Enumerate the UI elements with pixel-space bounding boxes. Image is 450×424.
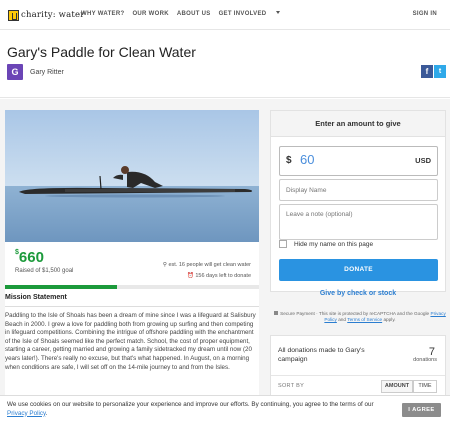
chevron-down-icon bbox=[276, 11, 281, 14]
currency-code: USD bbox=[415, 156, 431, 165]
sort-label: SORT BY bbox=[278, 383, 305, 389]
mission-text: Paddling to the Isle of Shoals has been … bbox=[5, 312, 256, 371]
people-stat: ⚲ est. 16 people will get clean water bbox=[163, 260, 251, 271]
progress-bar bbox=[5, 285, 259, 289]
terms-of-service-link[interactable]: Terms of Service bbox=[347, 317, 382, 322]
days-text: 156 days left to donate bbox=[195, 273, 251, 279]
sort-by-time-button[interactable]: TIME bbox=[413, 380, 437, 393]
campaign-stats: ⚲ est. 16 people will get clean water ⏰ … bbox=[163, 260, 251, 282]
hide-name-label: Hide my name on this page bbox=[294, 240, 374, 248]
cookie-banner: We use cookies on our website to persona… bbox=[0, 395, 450, 424]
author-name[interactable]: Gary Ritter bbox=[30, 69, 64, 76]
logo-text: charity: water bbox=[21, 10, 85, 20]
and-text: and bbox=[338, 317, 347, 323]
avatar[interactable]: G bbox=[7, 64, 23, 80]
secure-payment-notice: Secure Payment · This site is protected … bbox=[271, 311, 449, 323]
nav-link-why-water[interactable]: WHY WATER? bbox=[81, 11, 124, 17]
mission-title: Mission Statement bbox=[5, 294, 67, 301]
amount-input[interactable] bbox=[300, 152, 380, 167]
sort-bar: SORT BY AMOUNT TIME bbox=[271, 375, 445, 395]
cookie-end: . bbox=[45, 409, 48, 417]
facebook-share-icon[interactable]: f bbox=[421, 65, 433, 78]
sort-by-amount-button[interactable]: AMOUNT bbox=[381, 380, 413, 393]
cookie-message: We use cookies on our website to persona… bbox=[7, 401, 392, 418]
people-text: est. 16 people will get clean water bbox=[168, 262, 251, 268]
get-involved-label: GET INVOLVED bbox=[218, 11, 267, 17]
donations-count-label: donations bbox=[413, 357, 437, 363]
amount-field[interactable]: $ USD bbox=[279, 146, 438, 176]
nav-link-about-us[interactable]: ABOUT US bbox=[177, 11, 211, 17]
divider bbox=[5, 306, 259, 307]
lock-icon bbox=[274, 311, 279, 315]
nav-links: WHY WATER? OUR WORK ABOUT US GET INVOLVE… bbox=[81, 11, 296, 17]
donate-button[interactable]: DONATE bbox=[279, 259, 438, 281]
apply-text: apply. bbox=[383, 317, 396, 323]
campaign-card: $660 Raised of $1,500 goal ⚲ est. 16 peo… bbox=[5, 110, 259, 290]
page-title: Gary's Paddle for Clean Water bbox=[7, 44, 196, 60]
amount-raised: $660 bbox=[15, 249, 44, 266]
hide-name-checkbox[interactable] bbox=[279, 240, 287, 248]
nav-link-get-involved[interactable]: GET INVOLVED bbox=[219, 11, 289, 17]
currency-symbol: $ bbox=[286, 155, 292, 166]
top-navigation: charity: water WHY WATER? OUR WORK ABOUT… bbox=[0, 0, 450, 30]
cookie-privacy-link[interactable]: Privacy Policy bbox=[7, 410, 46, 417]
goal-text: Raised of $1,500 goal bbox=[15, 268, 74, 274]
campaign-header: Gary's Paddle for Clean Water G Gary Rit… bbox=[0, 30, 450, 98]
note-input[interactable] bbox=[279, 204, 438, 240]
raised-value: 660 bbox=[18, 249, 44, 266]
agree-button[interactable]: I AGREE bbox=[402, 403, 441, 417]
jerry-can-icon bbox=[8, 9, 19, 21]
donate-panel: Enter an amount to give $ USD Hide my na… bbox=[270, 110, 446, 292]
twitter-share-icon[interactable]: t bbox=[434, 65, 446, 78]
days-stat: ⏰ 156 days left to donate bbox=[163, 271, 251, 282]
charity-water-logo[interactable]: charity: water bbox=[8, 9, 85, 21]
progress-fill bbox=[5, 285, 117, 289]
give-by-check-link[interactable]: Give by check or stock bbox=[270, 290, 446, 297]
sign-in-link[interactable]: SIGN IN bbox=[413, 11, 437, 17]
nav-link-our-work[interactable]: OUR WORK bbox=[132, 11, 168, 17]
display-name-input[interactable] bbox=[279, 179, 438, 201]
donations-title: All donations made to Gary's campaign bbox=[278, 347, 365, 363]
campaign-photo bbox=[5, 110, 259, 242]
cookie-text: We use cookies on our website to persona… bbox=[7, 401, 374, 408]
hide-name-row[interactable]: Hide my name on this page bbox=[279, 240, 373, 248]
secure-text: Secure Payment · This site is protected … bbox=[280, 311, 430, 316]
donate-heading: Enter an amount to give bbox=[271, 111, 445, 137]
